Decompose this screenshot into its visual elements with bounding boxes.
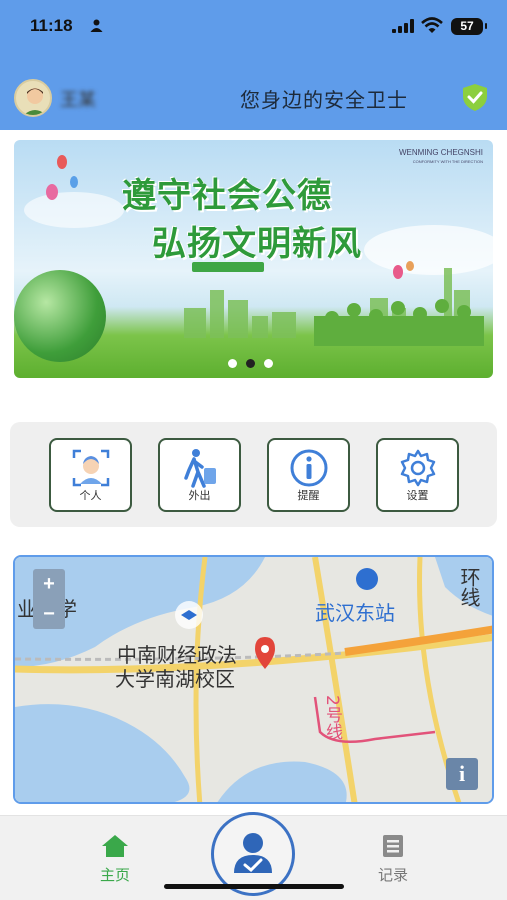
reminder-button[interactable]: 提醒 (267, 438, 350, 512)
carousel-dot[interactable] (264, 359, 273, 368)
nav-home-tab[interactable]: 主页 (90, 834, 140, 885)
info-icon (290, 449, 328, 487)
status-bar: 11:18 57 (0, 0, 507, 52)
settings-button-label: 设置 (406, 489, 429, 502)
nav-records-label: 记录 (377, 866, 408, 884)
map-tiles (15, 557, 492, 802)
personal-button-label: 个人 (79, 489, 102, 502)
battery-indicator: 57 (451, 18, 487, 35)
banner-english-subtitle: CONFORMITY WITH THE DIRECTION (412, 159, 483, 164)
carousel-dot[interactable] (228, 359, 237, 368)
banner-carousel[interactable]: WENMING CHEGNSHI CONFORMITY WITH THE DIR… (14, 140, 493, 378)
records-icon (383, 835, 403, 857)
map-label-station: 武汉东站 (315, 601, 395, 625)
banner-english-title: WENMING CHEGNSHI CONFORMITY WITH THE DIR… (399, 148, 483, 166)
home-icon (102, 835, 128, 857)
person-icon (90, 19, 103, 32)
gear-icon (400, 449, 436, 487)
map-label-ring-road: 环线 (457, 567, 481, 607)
nav-records-tab[interactable]: 记录 (368, 834, 418, 885)
banner-headline-1: 遵守社会公德 (122, 176, 332, 216)
header-slogan: 您身边的安全卫士 (240, 88, 408, 112)
quick-actions-panel: 个人 外出 提醒 设置 (10, 422, 497, 527)
username: 王某 (60, 90, 96, 111)
home-indicator (164, 884, 344, 889)
banner-headline-2: 弘扬文明新风 (152, 224, 362, 264)
personal-button[interactable]: 个人 (49, 438, 132, 512)
go-out-button[interactable]: 外出 (158, 438, 241, 512)
map-label-metro-line: 2号线 (322, 695, 342, 740)
map-info-button[interactable]: i (446, 758, 478, 790)
banner-english-title-text: WENMING CHEGNSHI (399, 148, 483, 157)
map-view[interactable]: 业大学 武汉东站 环线 中南财经政法 大学南湖校区 2号线 + − i (13, 555, 494, 804)
banner-tag (192, 262, 264, 272)
walking-person-icon (184, 449, 216, 488)
avatar[interactable] (14, 79, 52, 117)
map-label-campus-line2: 大学南湖校区 (115, 667, 235, 691)
carousel-dots (228, 359, 273, 368)
settings-button[interactable]: 设置 (376, 438, 459, 512)
user-check-icon (234, 833, 272, 873)
status-time: 11:18 (30, 16, 73, 35)
nav-home-label: 主页 (99, 866, 130, 884)
map-zoom-control: + − (33, 569, 65, 629)
carousel-dot-active[interactable] (246, 359, 255, 368)
shield-check-icon (463, 84, 487, 111)
reminder-button-label: 提醒 (297, 489, 320, 502)
zoom-in-button[interactable]: + (33, 569, 65, 599)
go-out-button-label: 外出 (188, 489, 211, 502)
cellular-signal-icon (392, 19, 414, 33)
wifi-icon (421, 17, 443, 33)
zoom-out-button[interactable]: − (33, 599, 65, 629)
globe-graphic (14, 270, 106, 362)
face-scan-icon (72, 449, 110, 487)
